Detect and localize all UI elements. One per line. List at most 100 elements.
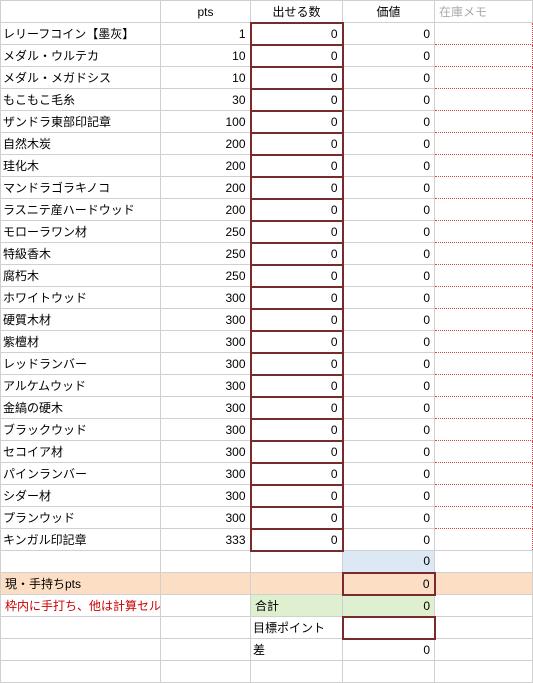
item-put-input[interactable]: 0 — [251, 331, 343, 353]
item-value: 0 — [343, 353, 435, 375]
item-memo-input[interactable] — [435, 177, 533, 199]
item-memo-input[interactable] — [435, 221, 533, 243]
item-value: 0 — [343, 133, 435, 155]
item-put-input[interactable]: 0 — [251, 419, 343, 441]
item-memo-input[interactable] — [435, 89, 533, 111]
item-value: 0 — [343, 463, 435, 485]
item-name: 珪化木 — [1, 155, 161, 177]
item-value: 0 — [343, 23, 435, 45]
item-put-input[interactable]: 0 — [251, 529, 343, 551]
item-value: 0 — [343, 507, 435, 529]
item-put-input[interactable]: 0 — [251, 485, 343, 507]
item-pts: 250 — [161, 265, 251, 287]
points-table: pts 出せる数 価値 在庫メモ レリーフコイン【墨灰】100メダル・ウルテカ1… — [0, 0, 533, 683]
item-put-input[interactable]: 0 — [251, 265, 343, 287]
item-memo-input[interactable] — [435, 375, 533, 397]
item-name: マンドラゴラキノコ — [1, 177, 161, 199]
item-put-input[interactable]: 0 — [251, 89, 343, 111]
item-put-input[interactable]: 0 — [251, 507, 343, 529]
item-put-input[interactable]: 0 — [251, 463, 343, 485]
table-row: モローラワン材25000 — [1, 221, 533, 243]
item-pts: 300 — [161, 309, 251, 331]
item-memo-input[interactable] — [435, 45, 533, 67]
item-put-input[interactable]: 0 — [251, 243, 343, 265]
item-put-input[interactable]: 0 — [251, 177, 343, 199]
table-row: 珪化木20000 — [1, 155, 533, 177]
item-put-input[interactable]: 0 — [251, 45, 343, 67]
item-value: 0 — [343, 155, 435, 177]
item-memo-input[interactable] — [435, 111, 533, 133]
current-pts-label: 現・手持ちpts — [1, 573, 161, 595]
table-row: 金縞の硬木30000 — [1, 397, 533, 419]
item-pts: 200 — [161, 155, 251, 177]
item-put-input[interactable]: 0 — [251, 133, 343, 155]
item-name: 紫檀材 — [1, 331, 161, 353]
item-pts: 300 — [161, 419, 251, 441]
item-memo-input[interactable] — [435, 353, 533, 375]
item-memo-input[interactable] — [435, 155, 533, 177]
item-put-input[interactable]: 0 — [251, 353, 343, 375]
item-memo-input[interactable] — [435, 67, 533, 89]
table-row: ホワイトウッド30000 — [1, 287, 533, 309]
item-pts: 300 — [161, 485, 251, 507]
item-value: 0 — [343, 67, 435, 89]
item-name: レリーフコイン【墨灰】 — [1, 23, 161, 45]
item-put-input[interactable]: 0 — [251, 309, 343, 331]
item-memo-input[interactable] — [435, 485, 533, 507]
header-pts: pts — [161, 1, 251, 23]
item-pts: 1 — [161, 23, 251, 45]
item-value: 0 — [343, 485, 435, 507]
item-put-input[interactable]: 0 — [251, 111, 343, 133]
item-put-input[interactable]: 0 — [251, 375, 343, 397]
item-memo-input[interactable] — [435, 309, 533, 331]
item-put-input[interactable]: 0 — [251, 441, 343, 463]
item-value: 0 — [343, 441, 435, 463]
item-memo-input[interactable] — [435, 265, 533, 287]
table-row: ブラックウッド30000 — [1, 419, 533, 441]
item-value: 0 — [343, 89, 435, 111]
diff-row: 差 0 — [1, 639, 533, 661]
item-memo-input[interactable] — [435, 463, 533, 485]
item-name: セコイア材 — [1, 441, 161, 463]
header-value: 価値 — [343, 1, 435, 23]
item-memo-input[interactable] — [435, 529, 533, 551]
item-name: 自然木炭 — [1, 133, 161, 155]
item-name: ホワイトウッド — [1, 287, 161, 309]
item-memo-input[interactable] — [435, 243, 533, 265]
item-value: 0 — [343, 529, 435, 551]
item-name: プランウッド — [1, 507, 161, 529]
item-pts: 300 — [161, 331, 251, 353]
item-memo-input[interactable] — [435, 419, 533, 441]
header-put: 出せる数 — [251, 1, 343, 23]
item-put-input[interactable]: 0 — [251, 221, 343, 243]
item-put-input[interactable]: 0 — [251, 67, 343, 89]
item-pts: 333 — [161, 529, 251, 551]
item-name: 金縞の硬木 — [1, 397, 161, 419]
item-memo-input[interactable] — [435, 23, 533, 45]
total-row: 枠内に手打ち、他は計算セル 合計 0 — [1, 595, 533, 617]
item-value: 0 — [343, 45, 435, 67]
item-put-input[interactable]: 0 — [251, 155, 343, 177]
item-memo-input[interactable] — [435, 331, 533, 353]
item-memo-input[interactable] — [435, 133, 533, 155]
item-memo-input[interactable] — [435, 287, 533, 309]
item-memo-input[interactable] — [435, 507, 533, 529]
item-put-input[interactable]: 0 — [251, 397, 343, 419]
item-value: 0 — [343, 309, 435, 331]
item-memo-input[interactable] — [435, 397, 533, 419]
item-put-input[interactable]: 0 — [251, 199, 343, 221]
item-memo-input[interactable] — [435, 199, 533, 221]
item-memo-input[interactable] — [435, 441, 533, 463]
target-input[interactable] — [343, 617, 435, 639]
item-name: ラスニテ産ハードウッド — [1, 199, 161, 221]
current-pts-input[interactable]: 0 — [343, 573, 435, 595]
item-put-input[interactable]: 0 — [251, 287, 343, 309]
table-row: パインランバー30000 — [1, 463, 533, 485]
item-name: アルケムウッド — [1, 375, 161, 397]
item-pts: 30 — [161, 89, 251, 111]
table-row: レリーフコイン【墨灰】100 — [1, 23, 533, 45]
table-row: 腐朽木25000 — [1, 265, 533, 287]
item-name: シダー材 — [1, 485, 161, 507]
item-put-input[interactable]: 0 — [251, 23, 343, 45]
item-pts: 10 — [161, 45, 251, 67]
